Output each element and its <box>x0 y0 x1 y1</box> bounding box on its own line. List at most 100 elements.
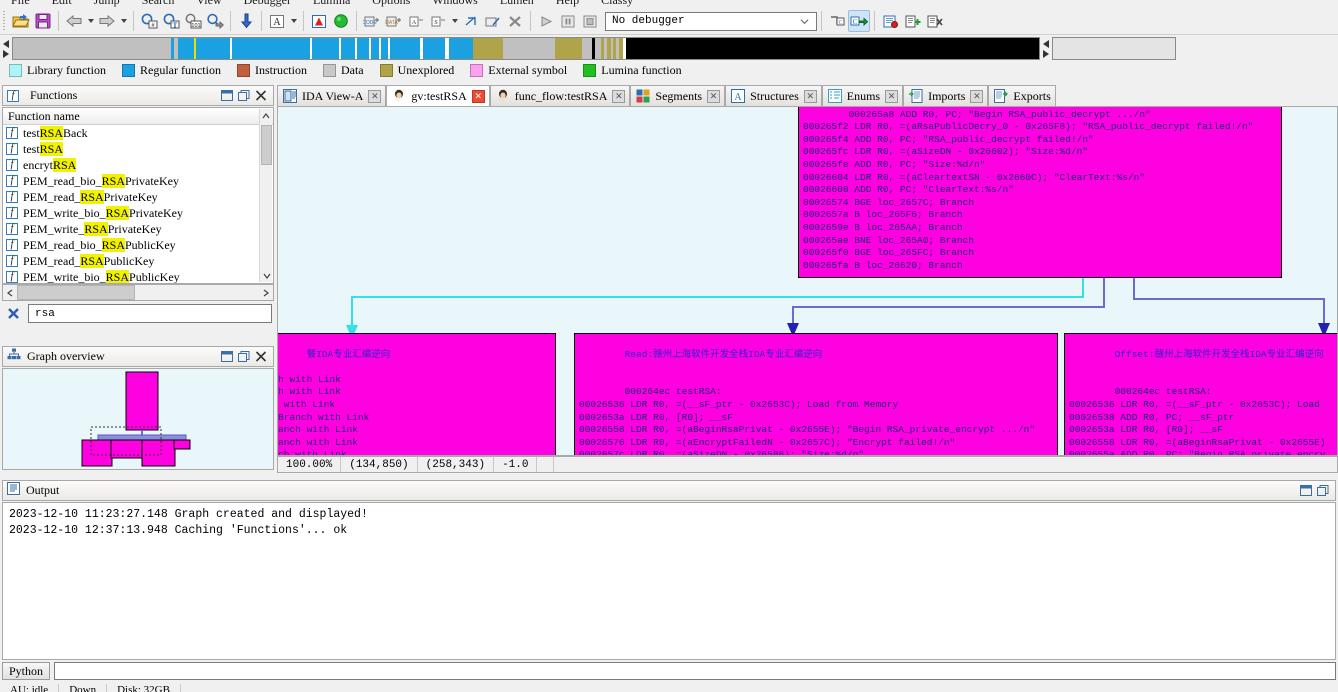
menu-item-windows[interactable]: Windows <box>421 0 489 8</box>
save-file-button[interactable] <box>32 10 54 32</box>
pause-button[interactable] <box>557 10 579 32</box>
menu-item-options[interactable]: Options <box>361 0 421 8</box>
forward-history-dropdown-icon[interactable] <box>118 10 129 32</box>
navigation-band[interactable] <box>0 36 1338 61</box>
tab-close-icon[interactable]: ✕ <box>707 89 721 103</box>
make-code-button[interactable]: CODE <box>361 10 383 32</box>
tab-close-icon[interactable]: ✕ <box>803 89 817 103</box>
menu-item-debugger[interactable]: Debugger <box>233 0 302 8</box>
tab-structures[interactable]: A Structures ✕ <box>725 85 822 106</box>
menu-item-file[interactable]: File <box>0 0 41 8</box>
undefine-button[interactable] <box>504 10 526 32</box>
cli-input[interactable] <box>54 662 1336 680</box>
nav-segment[interactable] <box>390 38 420 59</box>
tab-close-icon[interactable]: ✕ <box>970 89 984 103</box>
toolbar-grip[interactable] <box>2 11 8 31</box>
nav-segment[interactable] <box>357 38 369 59</box>
nav-segment[interactable] <box>371 38 379 59</box>
output-panel-restore-button[interactable] <box>1314 482 1331 499</box>
ascii-dropdown-icon[interactable] <box>288 10 299 32</box>
graph-node-left[interactable]: 餐IDA专业汇编逆向 anch with Link anch with Link… <box>278 333 556 455</box>
tab-close-icon[interactable]: ✕ <box>612 89 626 103</box>
run-button[interactable] <box>535 10 557 32</box>
functions-panel-close-button[interactable] <box>252 87 269 104</box>
jump-button[interactable] <box>235 10 257 32</box>
nav-segment[interactable] <box>582 38 592 59</box>
nav-segment[interactable] <box>13 38 171 59</box>
functions-vertical-scrollbar[interactable] <box>259 109 272 282</box>
ascii-button[interactable]: A <box>266 10 288 32</box>
tab-close-icon[interactable]: ✕ <box>368 89 382 103</box>
run-to-button[interactable] <box>330 10 352 32</box>
menu-item-classy[interactable]: Classy <box>590 0 644 8</box>
nav-scroll-right-icon[interactable] <box>1040 36 1052 61</box>
make-data-button[interactable]: DATA <box>383 10 405 32</box>
step-into-button[interactable]: C <box>826 10 848 32</box>
nav-scroll-left-icon[interactable] <box>0 36 12 61</box>
nav-segment[interactable] <box>449 38 473 59</box>
tab-imports[interactable]: Imports ✕ <box>903 85 989 106</box>
tab-enums[interactable]: Enums ✕ <box>821 85 904 106</box>
graph-node-right[interactable]: Offset:赣州上海软件开发全栈IDA专业汇编逆向 000264ec test… <box>1064 333 1337 455</box>
nav-segment[interactable] <box>312 38 339 59</box>
scroll-thumb[interactable] <box>261 125 272 165</box>
nav-segment[interactable] <box>423 38 445 59</box>
hscroll-left-icon[interactable] <box>3 285 17 300</box>
search-next-button[interactable] <box>204 10 226 32</box>
function-list-item[interactable]: f testRSABack <box>3 125 273 141</box>
graph-overview-close-button[interactable] <box>252 348 269 365</box>
menu-item-edit[interactable]: Edit <box>41 0 83 8</box>
tab-gv-testrsa[interactable]: gv:testRSA ✕ <box>386 85 490 106</box>
function-list-item[interactable]: f encrytRSA <box>3 157 273 173</box>
functions-column-header[interactable]: Function name <box>3 108 273 125</box>
menu-item-search[interactable]: Search <box>131 0 186 8</box>
tab-close-icon[interactable]: ✕ <box>885 89 899 103</box>
step-over-button[interactable]: C <box>848 10 870 32</box>
functions-filter-input[interactable]: rsa <box>28 304 272 323</box>
tab-exports[interactable]: Exports <box>988 85 1056 106</box>
nav-segment[interactable] <box>555 38 582 59</box>
tab-func-flow-testrsa[interactable]: func_flow:testRSA ✕ <box>489 85 631 106</box>
hscroll-thumb[interactable] <box>17 285 135 300</box>
menu-item-lumina[interactable]: Lumina <box>302 0 361 8</box>
functions-panel-maximize-button[interactable] <box>218 87 235 104</box>
menu-item-help[interactable]: Help <box>545 0 590 8</box>
search-text-button[interactable]: T <box>160 10 182 32</box>
nav-segment[interactable] <box>232 38 310 59</box>
graph-overview-canvas[interactable] <box>2 368 274 470</box>
stop-button[interactable] <box>579 10 601 32</box>
make-string-button[interactable] <box>460 10 482 32</box>
tab-close-icon[interactable]: ✕ <box>471 89 485 103</box>
forward-button[interactable] <box>96 10 118 32</box>
add-breakpoint-button[interactable] <box>901 10 923 32</box>
functions-list[interactable]: Function name f testRSABack f testRSA f encry… <box>2 107 274 284</box>
graph-overview-restore-button[interactable] <box>235 348 252 365</box>
output-panel-maximize-button[interactable] <box>1297 482 1314 499</box>
graph-button[interactable] <box>308 10 330 32</box>
graph-node-middle[interactable]: Read:赣州上海软件开发全栈IDA专业汇编逆向 000264ec testRS… <box>574 333 1058 455</box>
graph-overview-maximize-button[interactable] <box>218 348 235 365</box>
back-button[interactable] <box>63 10 85 32</box>
nav-segment[interactable] <box>626 38 1039 59</box>
tab-ida-view-a[interactable]: IDA View-A ✕ <box>277 85 387 106</box>
nav-segment[interactable] <box>341 38 355 59</box>
make-struct-button[interactable]: S <box>427 10 449 32</box>
function-list-item[interactable]: f PEM_read_RSAPublicKey <box>3 253 273 269</box>
del-breakpoint-button[interactable] <box>923 10 945 32</box>
open-file-button[interactable] <box>10 10 32 32</box>
clear-filter-icon[interactable] <box>2 307 24 320</box>
breakpoint-list-button[interactable] <box>879 10 901 32</box>
search-hex-button[interactable]: # <box>138 10 160 32</box>
hscroll-right-icon[interactable] <box>259 285 273 300</box>
tab-segments[interactable]: Segments ✕ <box>630 85 726 106</box>
back-history-dropdown-icon[interactable] <box>85 10 96 32</box>
function-list-item[interactable]: f PEM_read_bio_RSAPublicKey <box>3 237 273 253</box>
make-struct-dropdown-icon[interactable] <box>449 10 460 32</box>
function-list-item[interactable]: f PEM_read_bio_RSAPrivateKey <box>3 173 273 189</box>
nav-segment[interactable] <box>381 38 388 59</box>
nav-segment[interactable] <box>503 38 555 59</box>
make-array-button[interactable]: A <box>405 10 427 32</box>
scroll-down-icon[interactable] <box>260 269 273 282</box>
graph-node-top[interactable]: 000265a8 ADD R0, PC; "Begin RSA_public_d… <box>798 107 1282 278</box>
hscroll-track[interactable] <box>17 285 259 300</box>
